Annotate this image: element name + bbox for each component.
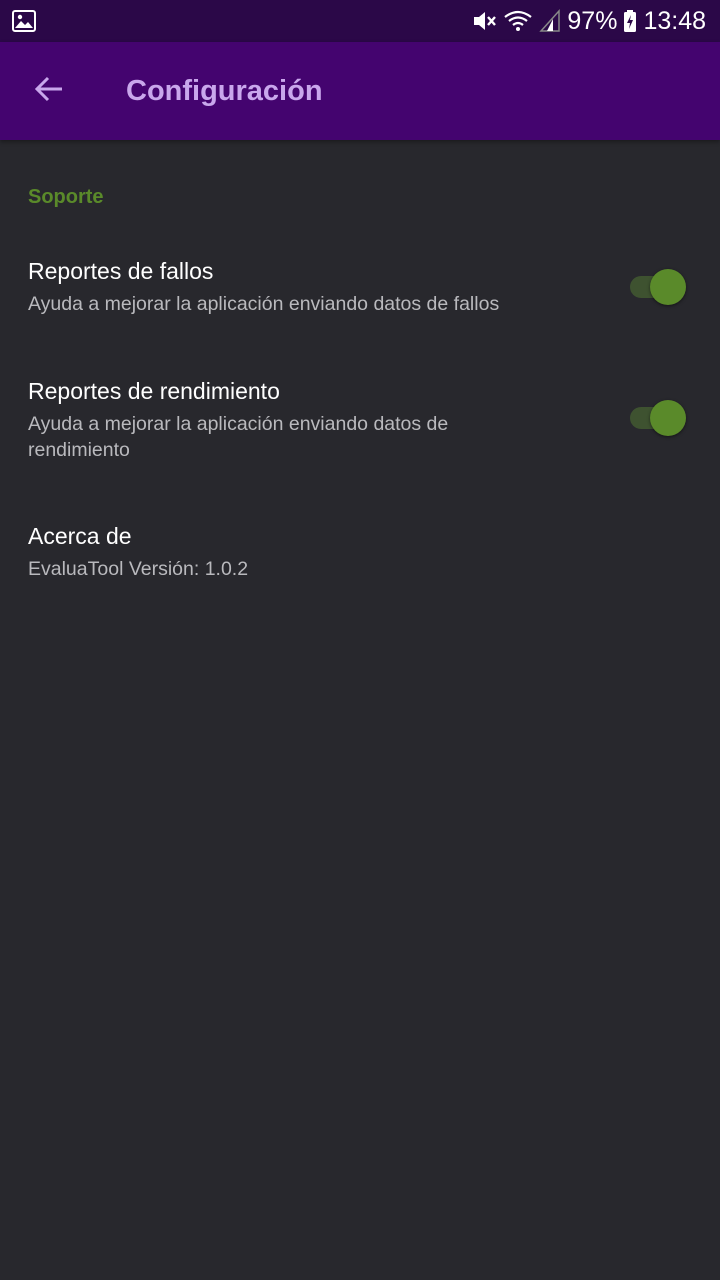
battery-charging-icon [623,9,637,33]
performance-reports-toggle[interactable] [628,400,688,436]
mute-icon [471,9,497,33]
status-bar: 97% 13:48 [0,0,720,42]
toggle-thumb [650,400,686,436]
section-header-support: Soporte [28,186,104,208]
pref-about[interactable]: Acerca de EvaluaTool Versión: 1.0.2 [0,506,720,606]
pref-performance-reports-summary: Ayuda a mejorar la aplicación enviando d… [28,413,449,461]
wifi-icon [503,9,533,33]
pref-crash-reports[interactable]: Reportes de fallos Ayuda a mejorar la ap… [0,236,720,346]
pref-performance-reports-title: Reportes de rendimiento [28,378,280,404]
battery-percent: 97% [567,7,618,35]
pref-performance-reports[interactable]: Reportes de rendimiento Ayuda a mejorar … [0,360,720,490]
toggle-thumb [650,269,686,305]
page-title: Configuración [126,75,323,107]
pref-about-summary: EvaluaTool Versión: 1.0.2 [28,558,249,580]
crash-reports-toggle[interactable] [628,269,688,305]
status-time: 13:48 [643,7,706,35]
pref-crash-reports-summary: Ayuda a mejorar la aplicación enviando d… [28,293,500,315]
pref-crash-reports-title: Reportes de fallos [28,258,214,284]
back-button[interactable] [20,62,78,120]
arrow-back-icon [33,73,65,110]
app-bar: Configuración [0,42,720,140]
gallery-icon [12,10,36,32]
signal-icon [539,9,561,33]
pref-about-title: Acerca de [28,523,132,549]
